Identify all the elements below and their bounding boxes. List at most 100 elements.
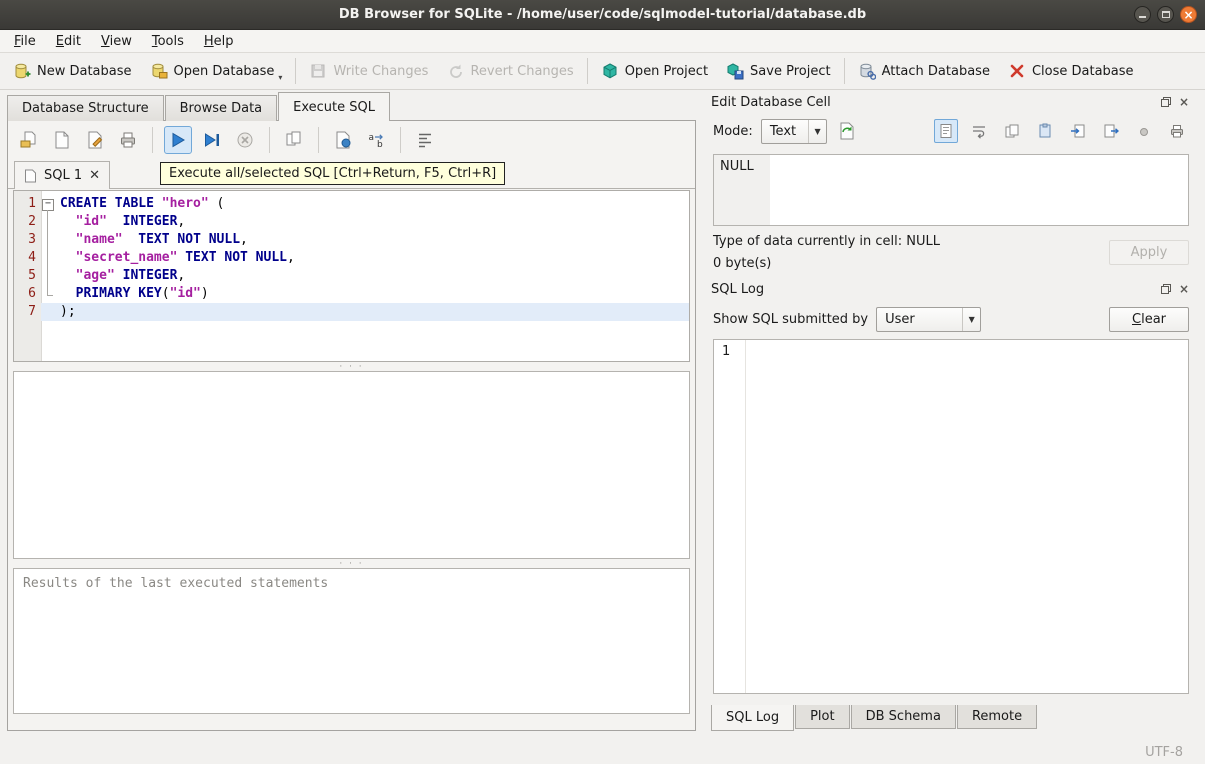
close-window-button[interactable]: ×: [1180, 6, 1197, 23]
float-icon: [1161, 284, 1171, 294]
mode-label: Mode:: [713, 123, 753, 139]
edit-cell-toolbar: Mode: Text ▼: [703, 114, 1199, 148]
paste-cell-button[interactable]: [1033, 119, 1057, 143]
editor-line: 3 "name" TEXT NOT NULL,: [28, 231, 248, 249]
save-sql-as-button[interactable]: [82, 127, 108, 153]
word-wrap-button[interactable]: [967, 119, 991, 143]
revert-changes-button[interactable]: Revert Changes: [437, 55, 582, 87]
open-database-dropdown-icon[interactable]: ▾: [278, 73, 282, 87]
minimize-button[interactable]: [1134, 6, 1151, 23]
sql-log-view[interactable]: 1: [713, 339, 1189, 694]
title-bar[interactable]: DB Browser for SQLite - /home/user/code/…: [0, 0, 1205, 30]
toolbar-separator: [295, 58, 297, 84]
results-grid[interactable]: [13, 371, 690, 559]
close-icon: ×: [1178, 95, 1190, 109]
sql-file-icon: [24, 169, 37, 183]
copy-cell-button[interactable]: [1000, 119, 1024, 143]
import-file-button[interactable]: [1066, 119, 1090, 143]
open-database-button[interactable]: Open Database ▾: [141, 55, 292, 87]
menu-help[interactable]: Help: [194, 32, 244, 51]
filter-label: Show SQL submitted by: [713, 311, 869, 327]
toolbar-separator: [586, 58, 588, 84]
execute-tooltip: Execute all/selected SQL [Ctrl+Return, F…: [160, 162, 506, 185]
cell-type-info: Type of data currently in cell: NULL: [713, 234, 940, 249]
close-database-icon: [1008, 62, 1026, 80]
tab-execute-sql[interactable]: Execute SQL: [278, 92, 391, 121]
execute-current-line-button[interactable]: [199, 127, 225, 153]
splitter-handle[interactable]: [8, 362, 695, 371]
attach-database-button[interactable]: Attach Database: [849, 55, 999, 87]
chevron-down-icon: ▼: [962, 307, 980, 331]
results-placeholder: Results of the last executed statements: [23, 576, 329, 591]
app-window: DB Browser for SQLite - /home/user/code/…: [0, 0, 1205, 764]
close-database-button[interactable]: Close Database: [999, 55, 1143, 87]
execute-all-button[interactable]: [164, 126, 192, 154]
apply-button[interactable]: Apply: [1109, 240, 1189, 265]
new-database-icon: [13, 62, 31, 80]
toolbar-separator: [152, 127, 153, 153]
main-tab-bar: Database Structure Browse Data Execute S…: [7, 92, 391, 121]
mode-select[interactable]: Text ▼: [760, 118, 828, 144]
main-toolbar: New Database Open Database ▾ Write Chang…: [0, 53, 1205, 90]
close-panel-button[interactable]: ×: [1177, 95, 1191, 109]
tab-database-structure[interactable]: Database Structure: [7, 95, 164, 121]
execute-sql-panel: ab Execute all/selected SQL [Ctrl+Return…: [7, 120, 696, 731]
toolbar-separator: [318, 127, 319, 153]
tab-plot[interactable]: Plot: [795, 705, 850, 729]
maximize-button[interactable]: [1157, 6, 1174, 23]
write-changes-icon: [309, 62, 327, 80]
editor-line: 6 PRIMARY KEY("id"): [28, 285, 209, 301]
tab-remote[interactable]: Remote: [956, 705, 1038, 729]
text-mode-button[interactable]: [934, 119, 958, 143]
cell-editor[interactable]: NULL: [713, 154, 1189, 226]
export-file-button[interactable]: [1099, 119, 1123, 143]
open-database-icon: [150, 62, 168, 80]
save-project-icon: [726, 62, 744, 80]
save-results-button[interactable]: [330, 127, 356, 153]
sql-log-header: SQL Log ×: [703, 277, 1199, 301]
sql-tab-sql1[interactable]: SQL 1 ✕: [14, 161, 111, 189]
tab-db-schema[interactable]: DB Schema: [850, 705, 956, 729]
tab-sql-log[interactable]: SQL Log: [711, 705, 795, 731]
cell-value: NULL: [714, 155, 770, 225]
sql-log-title: SQL Log: [711, 281, 765, 297]
auto-format-button[interactable]: [412, 127, 438, 153]
edit-cell-header: Edit Database Cell ×: [703, 90, 1199, 114]
close-panel-button[interactable]: ×: [1177, 282, 1191, 296]
log-line-number: 1: [714, 340, 746, 693]
sql-editor[interactable]: 1CREATE TABLE "hero" (2 "id" INTEGER,3 "…: [13, 190, 690, 362]
tab-browse-data[interactable]: Browse Data: [164, 95, 278, 121]
encoding-indicator: UTF-8: [1145, 744, 1183, 760]
sql-log-filter-row: Show SQL submitted by User ▼ Clear: [703, 301, 1199, 337]
edit-cell-title: Edit Database Cell: [711, 94, 831, 110]
new-database-button[interactable]: New Database: [4, 55, 141, 87]
float-panel-button[interactable]: [1159, 282, 1173, 296]
stop-execution-button[interactable]: [232, 127, 258, 153]
set-null-button[interactable]: [1132, 119, 1156, 143]
clear-log-button[interactable]: Clear: [1109, 306, 1189, 332]
print-sql-button[interactable]: [115, 127, 141, 153]
cell-info-row: Type of data currently in cell: NULL 0 b…: [703, 234, 1199, 277]
submitted-by-select[interactable]: User ▼: [876, 306, 982, 332]
open-sql-file-button[interactable]: [16, 127, 42, 153]
menu-view[interactable]: View: [91, 32, 142, 51]
menu-tools[interactable]: Tools: [142, 32, 194, 51]
import-cell-data-button[interactable]: [835, 119, 859, 143]
menu-file[interactable]: File: [4, 32, 46, 51]
close-tab-icon[interactable]: ✕: [89, 168, 100, 183]
splitter-handle[interactable]: [8, 559, 695, 568]
toolbar-separator: [400, 127, 401, 153]
write-changes-button[interactable]: Write Changes: [300, 55, 437, 87]
close-icon: ×: [1183, 7, 1194, 22]
save-project-button[interactable]: Save Project: [717, 55, 840, 87]
print-cell-button[interactable]: [1165, 119, 1189, 143]
find-replace-button[interactable]: ab: [363, 127, 389, 153]
open-in-new-tab-button[interactable]: [281, 127, 307, 153]
open-project-button[interactable]: Open Project: [592, 55, 717, 87]
cell-size-info: 0 byte(s): [713, 256, 772, 271]
chevron-down-icon: ▼: [808, 119, 826, 143]
results-message-pane[interactable]: Results of the last executed statements: [13, 568, 690, 714]
menu-edit[interactable]: Edit: [46, 32, 91, 51]
save-sql-file-button[interactable]: [49, 127, 75, 153]
float-panel-button[interactable]: [1159, 95, 1173, 109]
